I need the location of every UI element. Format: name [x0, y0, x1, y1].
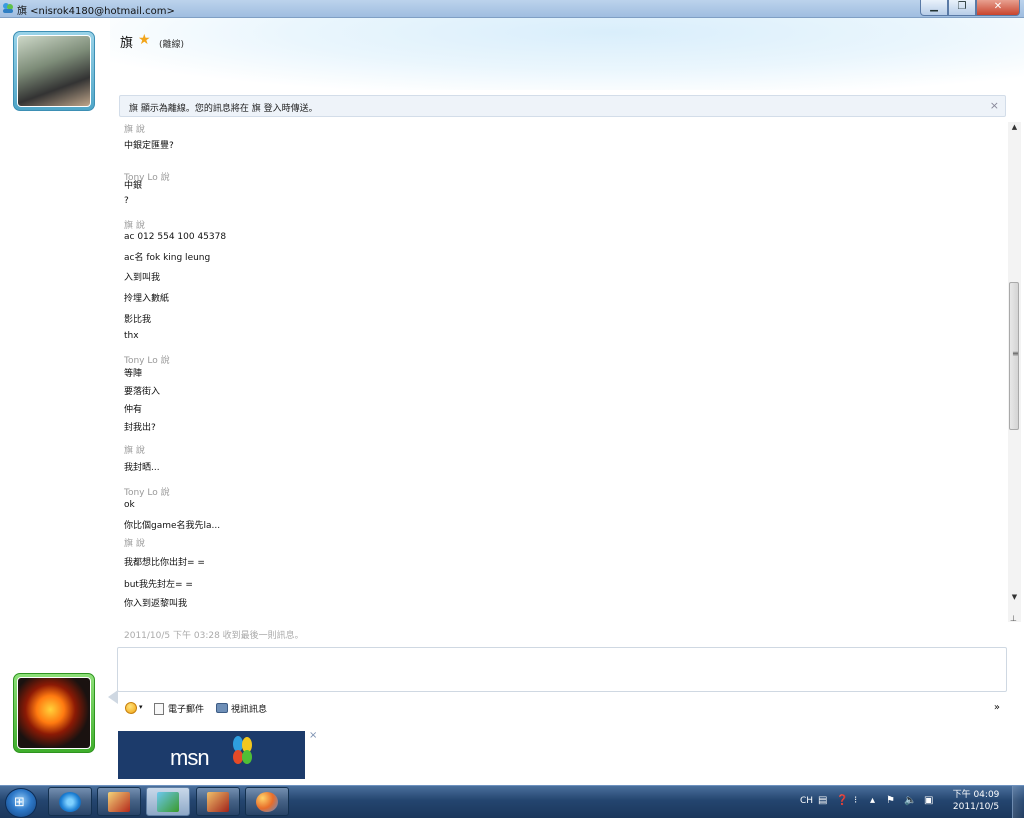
message-text: ac名 fok king leung	[124, 253, 211, 263]
messenger-taskbar-icon	[157, 791, 179, 812]
offline-info-bar: 旗 顯示為離線。您的訊息將在 旗 登入時傳送。 ×	[119, 95, 1006, 117]
windows-taskbar: ⊞ CH ▤ ❓ ⁝ ▴ ⚑ 🔈 ▣ 下午 04:09 2011/10/5	[0, 785, 1024, 818]
scroll-down-arrow-icon[interactable]: ▼	[1008, 592, 1021, 602]
message-text: 仲有	[124, 405, 143, 415]
email-button[interactable]: 電子郵件	[168, 702, 204, 715]
volume-icon[interactable]: 🔈	[904, 795, 916, 806]
last-message-timestamp: 2011/10/5 下午 03:28 收到最後一則訊息。	[124, 631, 304, 641]
message-text: ?	[124, 196, 129, 206]
message-sender: 旗 說	[124, 539, 145, 549]
message-sender: Tony Lo 說	[124, 488, 170, 498]
message-sender: 旗 說	[124, 221, 145, 231]
taskbar-clock[interactable]: 下午 04:09 2011/10/5	[952, 789, 1000, 813]
help-icon[interactable]: ❓	[836, 795, 848, 806]
emoticon-icon[interactable]	[125, 702, 137, 714]
message-text: but我先封左= =	[124, 580, 193, 590]
scroll-thumb[interactable]: ≡	[1009, 282, 1019, 430]
emoticon-dropdown-icon[interactable]: ▾	[139, 703, 143, 711]
message-text: 你比個game名我先la...	[124, 521, 221, 531]
contact-name: 旗	[120, 36, 134, 51]
offline-info-message: 旗 顯示為離線。您的訊息將在 旗 登入時傳送。	[129, 104, 318, 114]
video-message-icon	[216, 703, 228, 713]
conversation-window: 旗 ★ (離線) 旗 顯示為離線。您的訊息將在 旗 登入時傳送。 × 旗 說中銀…	[0, 18, 1024, 785]
show-hidden-icons-icon[interactable]: ▴	[870, 795, 875, 806]
message-text: ac 012 554 100 45378	[124, 232, 227, 242]
my-avatar-picture	[17, 677, 91, 749]
clock-time: 下午 04:09	[952, 790, 1000, 800]
close-button[interactable]: ✕	[976, 0, 1020, 16]
conversation-history[interactable]: 旗 說中銀定匯豐? Tony Lo 說中銀? 旗 說 ac 012 554 100 4…	[118, 122, 1006, 622]
header-banner	[110, 18, 1024, 90]
message-text: 入到叫我	[124, 273, 161, 283]
video-message-button[interactable]: 視訊訊息	[231, 702, 267, 715]
message-sender: Tony Lo 說	[124, 356, 170, 366]
game-app-icon	[108, 791, 130, 812]
conversation-scrollbar[interactable]: ▲ ≡ ▼	[1008, 122, 1021, 622]
message-text: 你入到返黎叫我	[124, 599, 188, 609]
email-icon	[154, 703, 164, 715]
message-text: thx	[124, 331, 139, 341]
start-button[interactable]: ⊞	[5, 788, 37, 818]
message-text: ok	[124, 500, 135, 510]
msn-butterfly-icon	[233, 736, 252, 764]
contact-avatar-picture	[17, 35, 91, 107]
favorite-star-icon[interactable]: ★	[138, 33, 151, 47]
contact-status: (離線)	[159, 40, 185, 50]
taskbar-internet-explorer[interactable]	[48, 787, 92, 816]
message-text: 我都想比你出封= =	[124, 558, 205, 568]
ime-options-icon[interactable]: ⁝	[854, 795, 857, 806]
message-input[interactable]	[117, 647, 1007, 692]
taskbar-game-app[interactable]	[97, 787, 141, 816]
maximize-button[interactable]: ❐	[948, 0, 976, 16]
ad-close-icon[interactable]: ×	[309, 730, 317, 741]
message-text: 封我出?	[124, 423, 156, 433]
minimize-button[interactable]: ▁	[920, 0, 948, 16]
message-sender: 旗 說	[124, 125, 145, 135]
taskbar-game-app-2[interactable]	[196, 787, 240, 816]
taskbar-paint[interactable]	[245, 787, 289, 816]
network-icon[interactable]: ▣	[924, 795, 933, 806]
msn-ad-banner[interactable]: msn	[118, 731, 305, 779]
my-avatar[interactable]	[13, 673, 95, 753]
message-text: 中銀定匯豐?	[124, 141, 174, 151]
message-text: 拎埋入數紙	[124, 294, 170, 304]
scroll-up-arrow-icon[interactable]: ▲	[1008, 122, 1021, 132]
game-app-2-icon	[207, 791, 229, 812]
message-text: 等陣	[124, 369, 143, 379]
window-title: 旗 <nisrok4180@hotmail.com>	[17, 6, 175, 17]
more-options-icon[interactable]: »	[994, 702, 1000, 713]
contact-avatar[interactable]	[13, 31, 95, 111]
paint-icon	[256, 791, 278, 812]
msn-logo: msn	[170, 745, 210, 770]
message-sender: 旗 說	[124, 446, 145, 456]
message-text: 影比我	[124, 315, 152, 325]
taskbar-messenger[interactable]	[146, 787, 190, 816]
internet-explorer-icon	[59, 791, 81, 812]
keyboard-icon[interactable]: ▤	[818, 795, 827, 806]
input-toolbar: ▾ 電子郵件 視訊訊息 »	[118, 700, 1006, 718]
scroll-to-end-icon[interactable]: ⊥	[1010, 614, 1017, 623]
message-text: 中銀	[124, 181, 143, 191]
window-titlebar[interactable]: 旗 <nisrok4180@hotmail.com> ▁ ❐ ✕	[0, 0, 1024, 18]
input-pointer	[108, 690, 118, 704]
clock-date: 2011/10/5	[952, 802, 1000, 812]
windows-logo-icon: ⊞	[14, 795, 25, 810]
messenger-app-icon	[3, 3, 13, 13]
message-text: 要落街入	[124, 387, 161, 397]
show-desktop-button[interactable]	[1012, 786, 1024, 818]
infobar-close-icon[interactable]: ×	[990, 99, 999, 112]
input-language-indicator[interactable]: CH	[800, 796, 813, 806]
action-center-flag-icon[interactable]: ⚑	[886, 795, 895, 806]
message-text: 我封晒...	[124, 463, 160, 473]
scroll-grip-icon: ≡	[1012, 349, 1019, 358]
